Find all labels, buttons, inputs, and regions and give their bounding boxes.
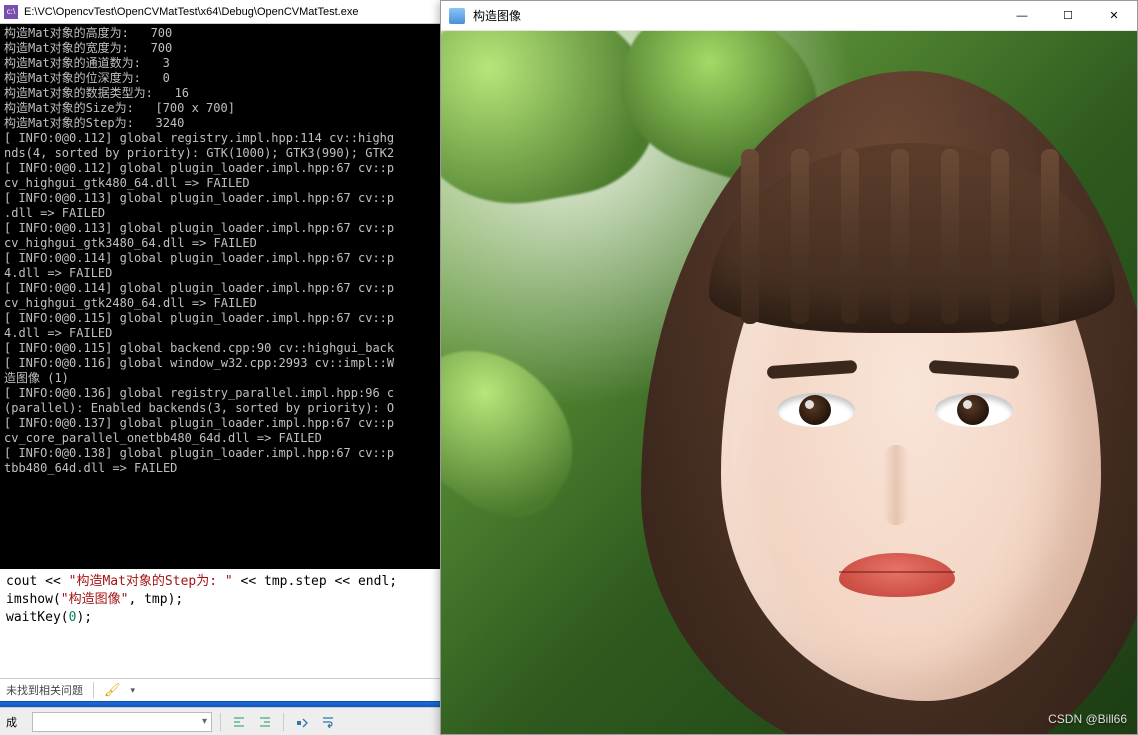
portrait-lips <box>839 553 955 597</box>
portrait-nose <box>883 445 909 525</box>
image-titlebar[interactable]: 构造图像 — ☐ ✕ <box>441 1 1137 31</box>
hair-strand <box>791 149 809 324</box>
separator <box>220 713 221 731</box>
dropdown-caret-icon[interactable]: ▾ <box>131 685 136 696</box>
portrait-eye <box>777 393 855 427</box>
console-window: c:\ E:\VC\OpencvTest\OpenCVMatTest\x64\D… <box>0 0 440 735</box>
indent-left-icon[interactable] <box>229 712 249 732</box>
console-titlebar[interactable]: c:\ E:\VC\OpencvTest\OpenCVMatTest\x64\D… <box>0 0 440 24</box>
hair-strand <box>1041 149 1059 324</box>
hair-strand <box>841 149 859 324</box>
separator <box>283 713 284 731</box>
console-output[interactable]: 构造Mat对象的高度为: 700 构造Mat对象的宽度为: 700 构造Mat对… <box>0 24 440 569</box>
config-combo[interactable] <box>32 712 212 732</box>
opencv-window-icon <box>449 8 465 24</box>
hair-strand <box>741 149 759 324</box>
portrait-eye <box>935 393 1013 427</box>
wordwrap-icon[interactable] <box>318 712 338 732</box>
code-line-2: imshow("构造图像", tmp); <box>6 591 434 609</box>
toolbar-label: 成 <box>6 714 26 730</box>
code-line-3: waitKey(0); <box>6 609 434 627</box>
close-button[interactable]: ✕ <box>1091 1 1137 31</box>
image-content: CSDN @Bill66 <box>441 31 1137 734</box>
toggle-whitespace-icon[interactable] <box>292 712 312 732</box>
maximize-button[interactable]: ☐ <box>1045 1 1091 31</box>
hair-strand <box>991 149 1009 324</box>
image-window: 构造图像 — ☐ ✕ CSDN @Bill66 <box>440 0 1138 735</box>
build-toolbar: 成 <box>0 707 440 735</box>
console-app-icon: c:\ <box>4 5 18 19</box>
minimize-button[interactable]: — <box>999 1 1045 31</box>
image-window-title: 构造图像 <box>473 7 521 24</box>
error-list-msg: 未找到相关问题 <box>6 682 83 698</box>
indent-right-icon[interactable] <box>255 712 275 732</box>
separator <box>93 682 94 698</box>
watermark: CSDN @Bill66 <box>1048 712 1127 726</box>
hair-strand <box>941 149 959 324</box>
error-list-bar: 未找到相关问题 🖌 ▾ <box>0 678 440 701</box>
console-title: E:\VC\OpencvTest\OpenCVMatTest\x64\Debug… <box>24 6 358 18</box>
code-line-1: cout << "构造Mat对象的Step为: " << tmp.step <<… <box>6 573 434 591</box>
code-editor-snippet[interactable]: cout << "构造Mat对象的Step为: " << tmp.step <<… <box>0 569 440 631</box>
hair-strand <box>891 149 909 324</box>
brush-icon[interactable]: 🖌 <box>104 682 121 698</box>
